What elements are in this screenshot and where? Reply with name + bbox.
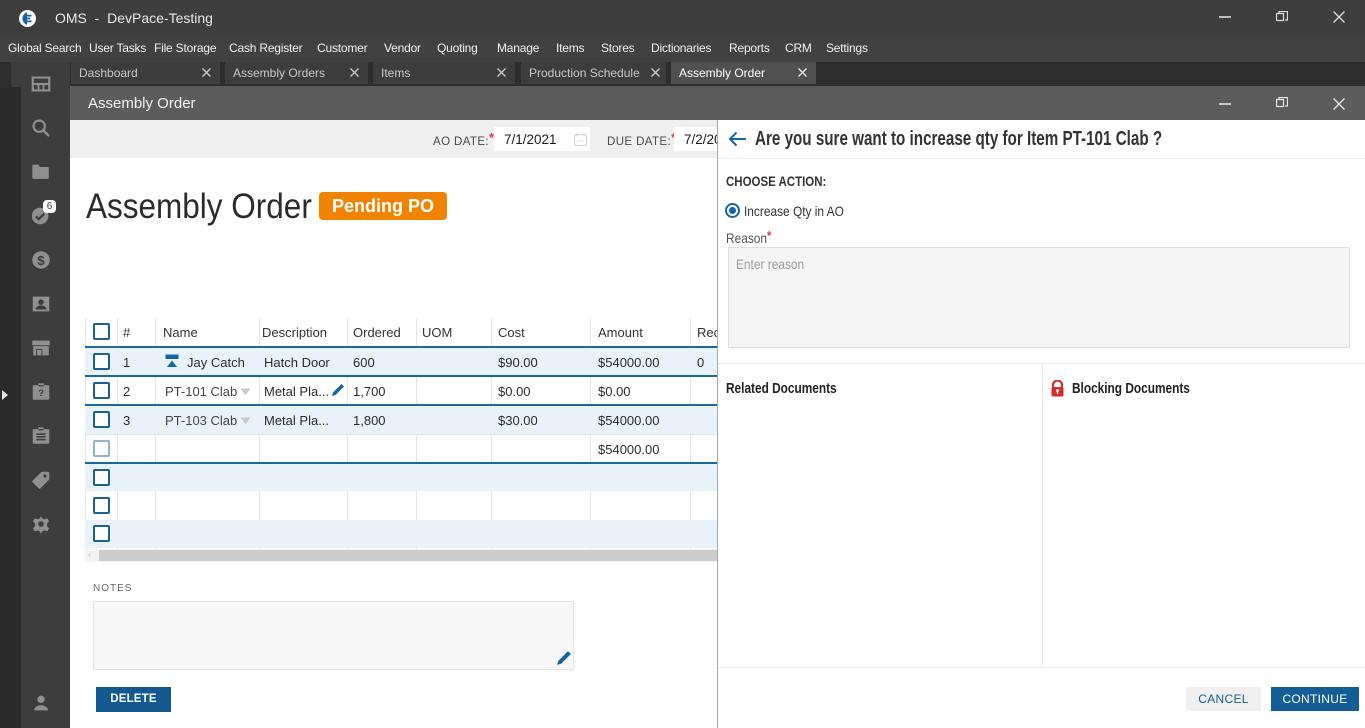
svg-text:$: $	[37, 253, 45, 268]
svg-text:?: ?	[38, 388, 44, 399]
